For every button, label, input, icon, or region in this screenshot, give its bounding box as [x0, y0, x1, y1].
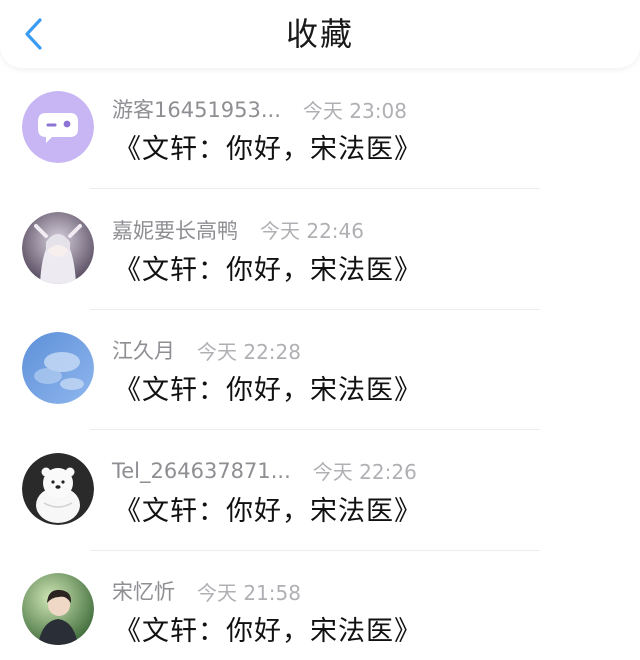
divider: [90, 429, 540, 430]
timestamp: 今天 22:26: [312, 460, 417, 484]
user-name[interactable]: 宋忆忻: [112, 576, 175, 606]
avatar[interactable]: [22, 452, 94, 525]
timestamp: 今天 22:46: [260, 219, 364, 243]
favorite-content[interactable]: 《文轩：你好，宋法医》: [114, 253, 422, 289]
favorites-list: 游客16451953... 今天 23:08 《文轩：你好，宋法医》 嘉妮要长高…: [0, 88, 640, 660]
item-meta: 游客16451953... 今天 23:08: [112, 94, 407, 124]
divider: [90, 188, 540, 189]
avatar[interactable]: [22, 211, 94, 284]
timestamp: 今天 21:58: [197, 580, 301, 605]
user-name[interactable]: 游客16451953...: [112, 94, 281, 124]
user-name[interactable]: 嘉妮要长高鸭: [112, 215, 238, 245]
favorite-content[interactable]: 《文轩：你好，宋法医》: [114, 373, 422, 409]
avatar[interactable]: [22, 332, 94, 404]
favorites-page: 收藏 游客16451953... 今天 23:08 《文轩：你好，宋法医》 嘉妮…: [0, 0, 640, 660]
timestamp: 今天 23:08: [302, 98, 407, 123]
favorite-content[interactable]: 《文轩：你好，宋法医》: [114, 132, 422, 168]
user-name[interactable]: 江久月: [112, 335, 175, 365]
divider: [90, 549, 540, 551]
item-meta: 江久月 今天 22:28: [112, 335, 301, 365]
list-item[interactable]: 游客16451953... 今天 23:08 《文轩：你好，宋法医》: [0, 88, 640, 209]
item-meta: Tel_264637871... 今天 22:26: [112, 456, 417, 486]
avatar[interactable]: [22, 573, 94, 645]
top-bar: 收藏: [0, 0, 640, 68]
favorite-content[interactable]: 《文轩：你好，宋法医》: [114, 494, 422, 530]
list-item[interactable]: 江久月 今天 22:28 《文轩：你好，宋法医》: [0, 329, 640, 450]
list-item[interactable]: 宋忆忻 今天 21:58 《文轩：你好，宋法医》: [0, 570, 640, 660]
polar-bear-avatar-icon: [22, 452, 94, 525]
timestamp: 今天 22:28: [197, 339, 301, 364]
item-meta: 嘉妮要长高鸭 今天 22:46: [112, 215, 364, 245]
page-title: 收藏: [285, 15, 354, 53]
item-meta: 宋忆忻 今天 21:58: [112, 576, 301, 606]
blue-sky-avatar-icon: [22, 332, 94, 404]
avatar[interactable]: [22, 91, 94, 163]
favorite-content[interactable]: 《文轩：你好，宋法医》: [114, 614, 422, 650]
divider: [90, 308, 540, 310]
list-item[interactable]: 嘉妮要长高鸭 今天 22:46 《文轩：你好，宋法医》: [0, 209, 640, 330]
chat-bubble-avatar-icon: [22, 91, 94, 163]
user-name[interactable]: Tel_264637871...: [112, 459, 291, 483]
anime-girl-avatar-icon: [22, 211, 94, 284]
list-item[interactable]: Tel_264637871... 今天 22:26 《文轩：你好，宋法医》: [0, 450, 640, 571]
portrait-photo-avatar-icon: [22, 573, 94, 645]
